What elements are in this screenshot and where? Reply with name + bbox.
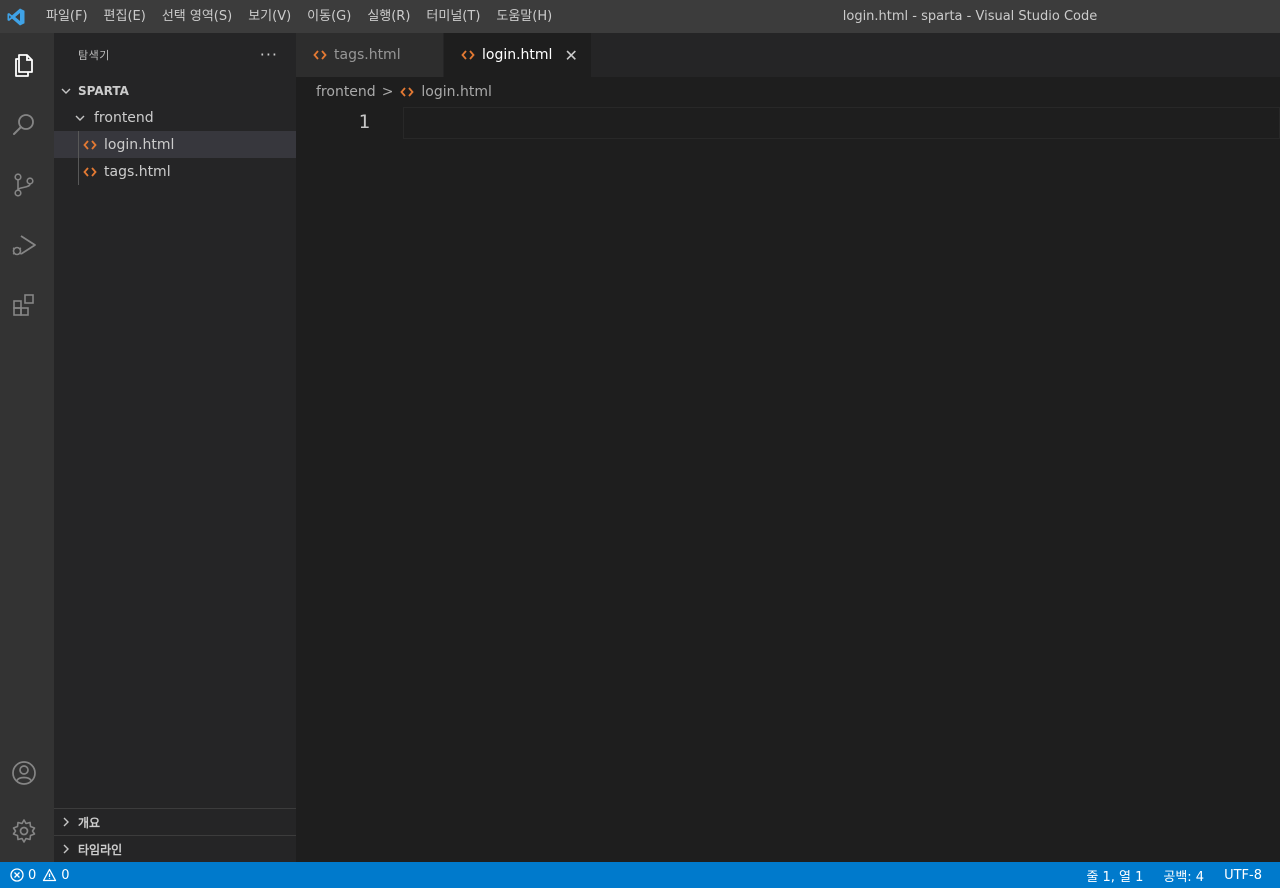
editor-tabs: tags.html login.html ✕ [296, 33, 1280, 77]
current-line-highlight [403, 107, 1280, 139]
error-count: 0 [28, 867, 37, 883]
menu-view[interactable]: 보기(V) [240, 0, 299, 33]
menu-terminal[interactable]: 터미널(T) [418, 0, 488, 33]
folder-label: frontend [94, 109, 154, 126]
chevron-right-icon [58, 844, 74, 854]
menu-file[interactable]: 파일(F) [38, 0, 96, 33]
explorer-title: 탐색기 [78, 49, 110, 62]
breadcrumb-folder[interactable]: frontend [316, 84, 376, 100]
problems-indicator[interactable]: 0 0 [0, 868, 76, 883]
folder-frontend[interactable]: frontend [54, 104, 296, 131]
explorer-sidebar: 탐색기 ··· SPARTA frontend login.html tags.… [54, 33, 296, 862]
explorer-header: 탐색기 ··· [54, 33, 296, 77]
settings-gear-icon [12, 819, 36, 843]
chevron-down-icon [58, 86, 74, 96]
breadcrumb: frontend > login.html [296, 77, 1280, 107]
run-debug-icon [12, 235, 36, 256]
vscode-logo-icon [0, 0, 32, 33]
menu-help[interactable]: 도움말(H) [488, 0, 560, 33]
manage-settings-button[interactable] [0, 807, 48, 855]
breadcrumb-separator: > [381, 84, 394, 100]
file-item-tags-html[interactable]: tags.html [54, 158, 296, 185]
indent-guide [78, 158, 79, 185]
menu-edit[interactable]: 편집(E) [96, 0, 154, 33]
timeline-label: 타임라인 [78, 842, 123, 857]
sidebar-bottom-sections: 개요 타임라인 [54, 808, 296, 862]
html-file-icon [82, 137, 98, 153]
menu-run[interactable]: 실행(R) [359, 0, 418, 33]
tab-label: tags.html [334, 47, 401, 63]
title-bar: 파일(F) 편집(E) 선택 영역(S) 보기(V) 이동(G) 실행(R) 터… [0, 0, 1280, 33]
accounts-button[interactable] [0, 749, 48, 797]
close-tab-button[interactable]: ✕ [564, 46, 577, 65]
html-file-icon [82, 164, 98, 180]
explorer-button[interactable] [0, 41, 48, 89]
html-file-icon [460, 47, 476, 63]
search-icon [13, 114, 34, 135]
timeline-section-header[interactable]: 타임라인 [54, 835, 296, 862]
file-encoding[interactable]: UTF-8 [1224, 868, 1262, 883]
code-editor[interactable]: 1 [296, 107, 1280, 862]
file-label: tags.html [104, 163, 171, 180]
line-number: 1 [358, 111, 370, 133]
window-title: login.html - sparta - Visual Studio Code [842, 9, 1098, 24]
outline-section-header[interactable]: 개요 [54, 808, 296, 835]
status-right-items: 줄 1, 열 1 공백: 4 UTF-8 [1066, 866, 1280, 885]
search-button[interactable] [0, 101, 48, 149]
files-icon [15, 54, 33, 77]
breadcrumb-file[interactable]: login.html [421, 84, 491, 100]
editor-area: tags.html login.html ✕ frontend > login.… [296, 33, 1280, 862]
file-item-login-html[interactable]: login.html [54, 131, 296, 158]
menu-go[interactable]: 이동(G) [299, 0, 359, 33]
chevron-right-icon [58, 817, 74, 827]
cursor-position[interactable]: 줄 1, 열 1 [1086, 866, 1143, 885]
menu-bar: 파일(F) 편집(E) 선택 영역(S) 보기(V) 이동(G) 실행(R) 터… [38, 0, 560, 33]
error-icon [10, 868, 24, 882]
more-actions-button[interactable]: ··· [260, 47, 278, 63]
extensions-icon [13, 294, 34, 316]
html-file-icon [399, 84, 415, 100]
file-label: login.html [104, 136, 175, 153]
extensions-button[interactable] [0, 281, 48, 329]
workspace-section-header[interactable]: SPARTA [54, 77, 296, 104]
run-debug-button[interactable] [0, 221, 48, 269]
account-icon [12, 761, 36, 785]
tab-login-html[interactable]: login.html ✕ [444, 33, 592, 77]
warning-icon [43, 868, 57, 882]
menu-selection[interactable]: 선택 영역(S) [154, 0, 240, 33]
outline-label: 개요 [78, 815, 101, 830]
indentation-setting[interactable]: 공백: 4 [1163, 866, 1204, 885]
warning-count: 0 [61, 867, 70, 883]
tab-tags-html[interactable]: tags.html [296, 33, 444, 77]
chevron-down-icon [72, 113, 88, 123]
source-control-icon [14, 173, 34, 197]
html-file-icon [312, 47, 328, 63]
source-control-button[interactable] [0, 161, 48, 209]
workspace-title: SPARTA [78, 83, 129, 98]
status-bar: 0 0 줄 1, 열 1 공백: 4 UTF-8 [0, 862, 1280, 888]
activity-bar [0, 33, 54, 862]
tab-label: login.html [482, 47, 553, 63]
indent-guide [78, 131, 79, 158]
